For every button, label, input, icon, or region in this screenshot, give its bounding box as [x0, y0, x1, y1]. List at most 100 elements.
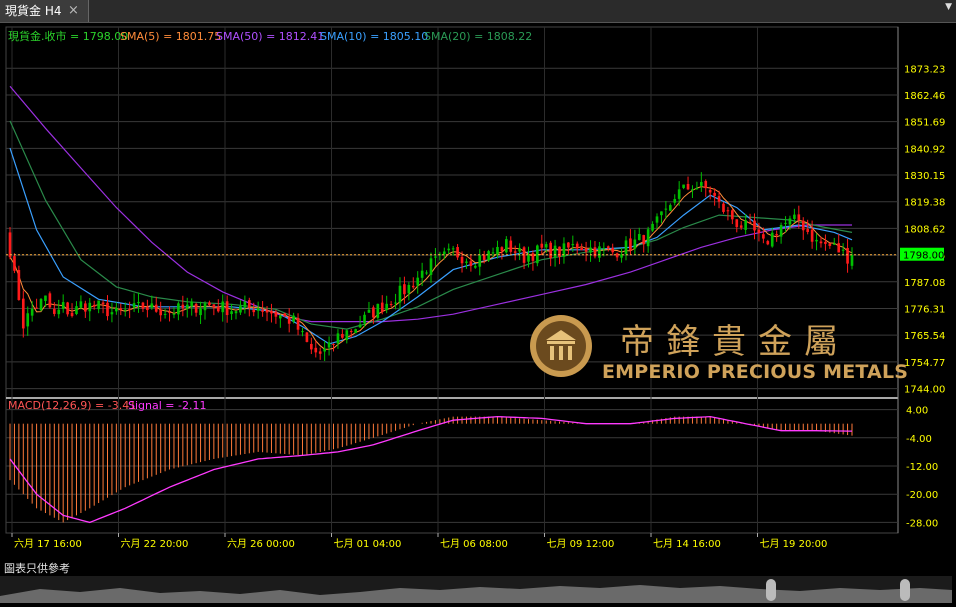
price-tick-label: 1765.54: [904, 331, 945, 342]
candle-body: [363, 314, 366, 324]
candle-body: [518, 248, 521, 252]
candle-body: [52, 308, 56, 314]
candle-body: [558, 246, 561, 257]
macd-panel: [9, 415, 853, 524]
candle-body: [274, 311, 278, 317]
candle-body: [646, 229, 650, 247]
candle-body: [163, 313, 167, 315]
candle-body: [367, 309, 371, 313]
candle-body: [589, 247, 592, 253]
candle-body: [655, 216, 659, 223]
candle-body: [106, 302, 109, 317]
candle-body: [398, 285, 402, 303]
candle-body: [770, 232, 774, 247]
candle-body: [314, 347, 318, 353]
candle-body: [150, 303, 154, 308]
macd-tick-label: -28.00: [906, 518, 938, 529]
chart-frame: 1873.23 1862.46 1851.69 1840.92 1830.15 1819.…: [0, 23, 952, 578]
time-tick-label: 七月 01 04:00: [334, 538, 402, 550]
candle-body: [429, 258, 433, 275]
candle-body: [132, 303, 136, 308]
candle-body: [775, 234, 778, 236]
candle-body: [722, 203, 725, 212]
candle-body: [482, 254, 486, 260]
candle-body: [283, 313, 287, 317]
scroll-handle-left[interactable]: [766, 579, 776, 601]
candle-body: [753, 220, 756, 231]
candle-body: [806, 229, 810, 232]
candle-body: [154, 304, 158, 312]
candle-body: [8, 232, 12, 258]
candle-body: [239, 305, 242, 313]
candle-body: [380, 302, 384, 312]
candle-body: [137, 301, 140, 304]
candle-body: [243, 301, 247, 308]
chart-svg[interactable]: 1873.23 1862.46 1851.69 1840.92 1830.15 1819.…: [0, 23, 952, 578]
scroll-handle-right[interactable]: [900, 579, 910, 601]
candle-body: [540, 243, 544, 248]
candle-body: [66, 302, 69, 315]
candle-body: [420, 270, 424, 278]
candle-body: [216, 306, 220, 312]
candle-body: [88, 302, 92, 312]
candle-body: [159, 309, 162, 316]
candle-body: [762, 234, 765, 239]
candle-body: [349, 331, 353, 333]
price-tick-label: 1808.62: [904, 224, 945, 235]
close-icon[interactable]: ×: [68, 0, 79, 22]
candle-body: [700, 182, 703, 186]
tab-bar: 現貨金 H4 × ▼: [0, 0, 956, 23]
candle-body: [372, 307, 375, 318]
candle-body: [181, 304, 185, 309]
candle-body: [846, 247, 849, 264]
price-tick-label: 1819.38: [904, 198, 945, 209]
candle-body: [70, 312, 74, 317]
candle-body: [575, 243, 579, 249]
candle-body: [567, 242, 570, 248]
candle-body: [668, 205, 672, 211]
last-price-label: 1798.00: [903, 251, 944, 262]
tab-gold-h4[interactable]: 現貨金 H4 ×: [0, 0, 89, 22]
candle-body: [673, 198, 677, 203]
candle-body: [221, 301, 225, 313]
candle-body: [341, 333, 344, 338]
candle-body: [172, 313, 176, 315]
emblem-icon: [530, 315, 592, 377]
legend-signal: Signal = -2.11: [128, 399, 206, 412]
candle-body: [465, 261, 468, 263]
candle-body: [677, 189, 681, 199]
candle-body: [615, 253, 619, 258]
candle-body: [416, 277, 420, 286]
candle-body: [234, 311, 238, 314]
candle-body: [332, 344, 335, 346]
time-tick-label: 六月 17 16:00: [14, 538, 82, 550]
macd-tick-label: -20.00: [906, 490, 938, 501]
candle-body: [168, 312, 171, 314]
candle-body: [491, 252, 495, 254]
price-tick-label: 1787.08: [904, 278, 945, 289]
candle-body: [606, 246, 610, 249]
candle-body: [57, 309, 61, 315]
time-tick-label: 七月 06 08:00: [440, 538, 508, 550]
candle-body: [279, 315, 282, 319]
candle-body: [793, 214, 796, 219]
candle-body: [336, 333, 340, 344]
candle-body: [801, 220, 805, 231]
candle-body: [389, 304, 393, 306]
candle-body: [549, 242, 552, 259]
candle-body: [691, 189, 694, 191]
chevron-down-icon[interactable]: ▼: [945, 2, 952, 12]
time-tick-label: 六月 22 20:00: [121, 538, 189, 550]
candle-body: [442, 251, 446, 255]
candle-body: [79, 301, 83, 308]
candle-body: [190, 301, 194, 307]
candle-body: [434, 256, 437, 258]
candle-body: [97, 300, 100, 310]
candle-body: [292, 315, 295, 322]
price-tick-label: 1744.00: [904, 385, 945, 396]
candle-body: [256, 308, 260, 311]
candle-body: [664, 208, 668, 210]
candle-body: [624, 240, 628, 255]
time-scrollbar[interactable]: [0, 576, 952, 603]
legend-sma5: SMA(5) = 1801.75: [120, 30, 221, 43]
